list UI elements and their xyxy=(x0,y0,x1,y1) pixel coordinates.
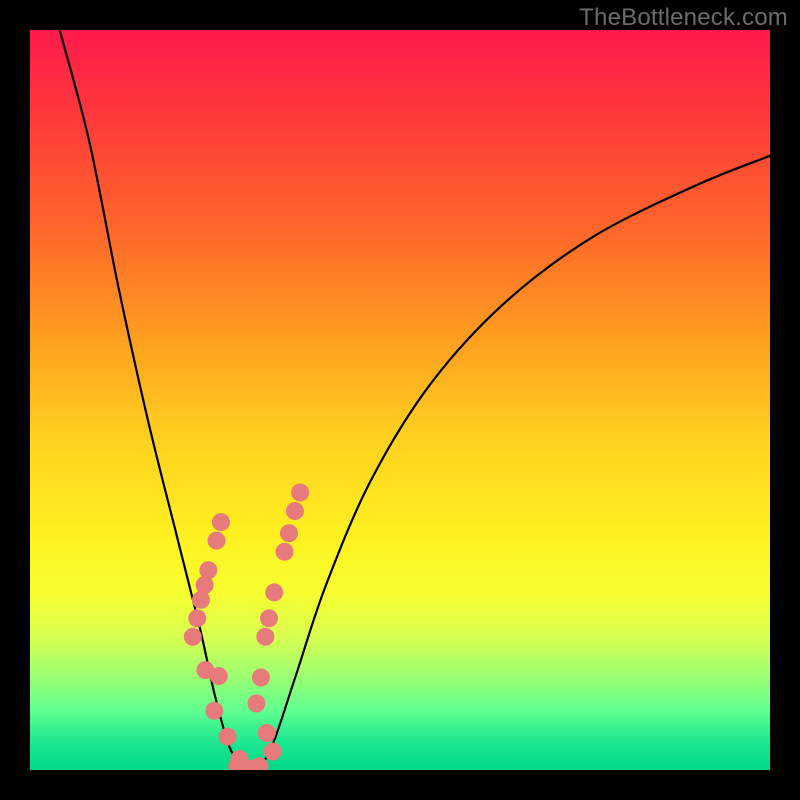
data-dot xyxy=(280,524,298,542)
watermark-text: TheBottleneck.com xyxy=(579,4,788,32)
data-dot xyxy=(264,743,282,761)
data-dot xyxy=(207,532,225,550)
data-dot xyxy=(188,609,206,627)
data-dot xyxy=(205,702,223,720)
plot-area xyxy=(30,30,770,770)
data-dot xyxy=(256,628,274,646)
data-dot xyxy=(252,669,270,687)
data-dot xyxy=(247,694,265,712)
dots-layer xyxy=(184,484,309,771)
data-dot xyxy=(291,484,309,502)
data-dot xyxy=(212,513,230,531)
data-dot xyxy=(210,667,228,685)
data-dot xyxy=(265,583,283,601)
curve-path xyxy=(259,156,770,770)
curve-right xyxy=(259,156,770,770)
data-dot xyxy=(258,724,276,742)
data-dot xyxy=(219,728,237,746)
data-dot xyxy=(260,609,278,627)
data-dot xyxy=(184,628,202,646)
data-dot xyxy=(276,543,294,561)
chart-svg xyxy=(30,30,770,770)
curve-path xyxy=(60,30,245,770)
data-dot xyxy=(286,502,304,520)
chart-frame: TheBottleneck.com xyxy=(0,0,800,800)
data-dot xyxy=(192,591,210,609)
curve-left xyxy=(60,30,245,770)
